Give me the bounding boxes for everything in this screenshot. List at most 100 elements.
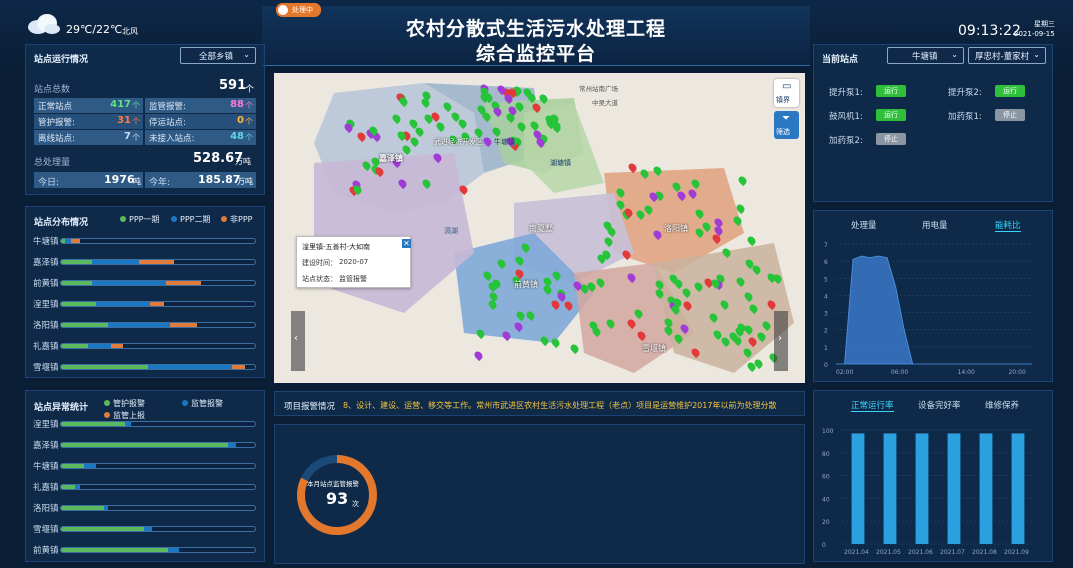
status-badge[interactable]: 处理中	[276, 3, 321, 17]
town-label: 嘉泽镇	[33, 441, 59, 451]
bar-segment	[167, 548, 180, 552]
bar-segment	[61, 443, 228, 447]
y-tick-label: 80	[822, 451, 830, 458]
status-label: 处理中	[292, 6, 313, 14]
current-site-title: 当前站点	[822, 55, 859, 65]
x-tick-label: 06:00	[891, 369, 908, 376]
town-bar	[60, 463, 256, 469]
bar-segment	[92, 260, 139, 264]
map-label-wujin-dev: 武进经济开发区	[434, 138, 483, 146]
map-next-button[interactable]: ›	[774, 311, 788, 371]
total-unit: 个	[245, 85, 255, 95]
equipment-status[interactable]: 停止	[876, 133, 906, 145]
bar-segment	[61, 260, 93, 264]
map-prev-button[interactable]: ‹	[291, 311, 305, 371]
town-label: 牛塘镇	[33, 462, 59, 472]
bar-segment	[61, 527, 145, 531]
today-label: 今日:	[38, 178, 60, 188]
town-bar	[60, 364, 256, 370]
year-unit: 万吨	[237, 177, 253, 186]
popup-status-value: 监管报警	[339, 275, 367, 283]
stat-cell: 正常站点 417 个	[34, 98, 143, 113]
ops-bar	[1011, 433, 1025, 544]
equipment-label: 加药泵1:	[948, 112, 982, 122]
town-label: 湟里镇	[33, 300, 59, 310]
chart-tab[interactable]: 维修保养	[985, 399, 1019, 411]
popup-time-label: 建设时间：	[302, 259, 337, 267]
equipment-status[interactable]: 停止	[995, 109, 1025, 121]
bar-segment	[231, 365, 246, 369]
boundary-button[interactable]: ▭ 镇界	[774, 79, 799, 107]
y-tick-label: 6	[824, 259, 828, 266]
equipment-status[interactable]: 运行	[876, 85, 906, 97]
bar-segment	[61, 302, 96, 306]
y-tick-label: 1	[824, 345, 828, 352]
map-view[interactable]: 嘉泽镇 武进经济开发区 牛塘镇 湖塘镇 常州站南广场 中吴大道 洛阳镇 南夏墅 …	[274, 73, 805, 383]
equipment-status[interactable]: 运行	[995, 85, 1025, 97]
boundary-icon: ▭	[782, 81, 792, 92]
bar-segment	[61, 323, 108, 327]
stat-unit: 个	[132, 101, 140, 110]
town-bar	[60, 259, 256, 265]
equipment-label: 提升泵2:	[948, 88, 982, 98]
energy-chart: 0 1 2 3 4 5 6 7 02:00 06:00 14:00 20:00	[824, 242, 1032, 376]
site-village-select[interactable]: 厚忠村-董家村 ⌄	[968, 47, 1046, 64]
chevron-down-icon: ⌄	[243, 50, 250, 59]
stat-cell: 停运站点: 0 个	[145, 114, 256, 129]
y-tick-label: 100	[822, 428, 834, 435]
chart-tab[interactable]: 处理量	[851, 219, 877, 231]
legend-label: 监管上报	[113, 411, 145, 420]
weekday: 星期三	[1034, 20, 1055, 28]
town-label: 雪堰镇	[33, 363, 59, 373]
y-tick-label: 20	[822, 519, 830, 526]
site-town-select[interactable]: 牛塘镇 ⌄	[887, 47, 964, 64]
title-frame: 农村分散式生活污水处理工程 综合监控平台	[262, 6, 810, 66]
town-select[interactable]: 全部乡镇 ⌄	[180, 47, 256, 64]
x-tick-label: 2021.08	[972, 549, 997, 556]
site-town-value: 牛塘镇	[912, 52, 938, 62]
ops-chart: 0 20 40 60 80 100 2021.04 2021.05 2021.06 2021.07…	[822, 428, 1034, 556]
ops-bar	[979, 433, 993, 544]
legend-dot	[120, 216, 126, 222]
total-label: 站点总数	[34, 85, 71, 95]
popup-status-label: 站点状态：	[302, 275, 337, 283]
bar-segment	[92, 281, 166, 285]
y-tick-label: 40	[822, 496, 830, 503]
cloud-icon	[26, 13, 60, 35]
map-label-nanxiashu: 南夏墅	[529, 224, 553, 233]
chart-tab[interactable]: 设备完好率	[918, 399, 961, 411]
y-tick-label: 0	[824, 362, 828, 369]
site-popup: 湟里镇-五善村-大如南 ✕ 建设时间： 2020-07 站点状态： 监管报警	[296, 236, 411, 288]
map-label-yangtze: 中吴大道	[592, 99, 618, 107]
filter-button[interactable]: ⏷ 筛选	[774, 111, 799, 139]
chart-tab[interactable]: 用电量	[922, 219, 948, 231]
equipment-label: 加药泵2:	[829, 136, 863, 146]
x-tick-label: 2021.05	[876, 549, 901, 556]
stat-value: 7	[124, 131, 131, 142]
bar-segment	[70, 239, 81, 243]
legend-label: 非PPP	[230, 215, 253, 224]
town-bar	[60, 547, 256, 553]
stat-label: 停运站点:	[149, 118, 186, 128]
x-tick-label: 2021.04	[844, 549, 869, 556]
y-tick-label: 60	[822, 474, 830, 481]
close-icon[interactable]: ✕	[402, 239, 411, 248]
legend-dot	[182, 400, 188, 406]
stat-label: 离线站点:	[38, 134, 75, 144]
bar-segment	[61, 281, 93, 285]
town-label: 前黄镇	[33, 546, 59, 556]
stat-cell: 未接入站点: 48 个	[145, 130, 256, 145]
bar-segment	[125, 422, 131, 426]
equipment-status[interactable]: 运行	[876, 109, 906, 121]
stat-unit: 个	[245, 117, 253, 126]
bar-segment	[84, 464, 96, 468]
map-label-lake: 滆湖	[444, 227, 458, 235]
bar-segment	[61, 506, 104, 510]
legend-dot	[104, 412, 110, 418]
bar-segment	[61, 548, 168, 552]
chart-tab[interactable]: 正常运行率	[851, 399, 894, 412]
x-tick-label: 2021.07	[940, 549, 965, 556]
stat-label: 正常站点	[38, 102, 73, 112]
map-label-niutang: 牛塘镇	[494, 138, 515, 146]
chart-tab[interactable]: 能耗比	[995, 219, 1021, 232]
